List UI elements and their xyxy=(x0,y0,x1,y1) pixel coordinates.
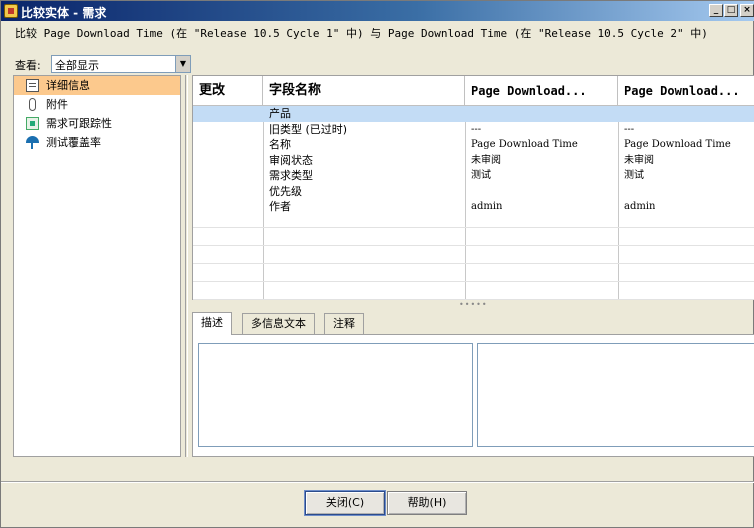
sidebar-item-label: 详细信息 xyxy=(46,79,90,92)
help-button[interactable]: 帮助(H) xyxy=(387,491,467,515)
table-row[interactable]: 名称 Page Download Time Page Download Time xyxy=(193,137,754,153)
attachment-icon xyxy=(29,98,36,111)
right-description-field[interactable] xyxy=(477,343,754,447)
view-dropdown[interactable]: 全部显示 ▼ xyxy=(51,55,191,73)
sidebar-item-label: 附件 xyxy=(46,98,68,111)
field-name-cell: 旧类型 (已过时) xyxy=(269,122,348,136)
table-row[interactable]: 产品 xyxy=(193,106,754,122)
row-divider xyxy=(193,281,754,282)
left-value-cell: admin xyxy=(471,201,503,212)
app-icon xyxy=(4,4,18,18)
sidebar-item-attachments[interactable]: 附件 xyxy=(14,95,180,114)
field-name-cell: 审阅状态 xyxy=(269,153,313,167)
field-name-cell: 作者 xyxy=(269,200,291,213)
sidebar-item-traceability[interactable]: 需求可跟踪性 xyxy=(14,114,180,133)
table-row[interactable]: 需求类型 测试 测试 xyxy=(193,168,754,184)
grid-rows: 产品 旧类型 (已过时) --- --- 名称 Page Download Ti… xyxy=(193,106,754,215)
sidebar-item-test-coverage[interactable]: 测试覆盖率 xyxy=(14,133,180,152)
maximize-button[interactable]: □ xyxy=(724,4,738,17)
tab-panel-description xyxy=(192,334,754,457)
sidebar-item-details[interactable]: 详细信息 xyxy=(14,76,180,95)
column-header-left-entity[interactable]: Page Download... xyxy=(465,76,618,106)
tab-comments[interactable]: 注释 xyxy=(324,313,364,335)
sidebar-nav: 详细信息 附件 需求可跟踪性 测试覆盖率 xyxy=(13,75,181,457)
column-header-right-entity[interactable]: Page Download... xyxy=(618,76,754,106)
chevron-down-icon[interactable]: ▼ xyxy=(175,56,190,72)
compare-description: 比较 Page Download Time (在 "Release 10.5 C… xyxy=(15,27,708,40)
right-value-cell: 未审阅 xyxy=(624,154,654,166)
details-icon xyxy=(26,79,39,92)
coverage-icon xyxy=(26,136,39,149)
vertical-splitter[interactable] xyxy=(185,75,188,457)
left-value-cell: 测试 xyxy=(471,170,491,181)
right-value-cell: --- xyxy=(624,123,635,135)
compare-entities-window: 比较实体 - 需求 _ □ × 比较 Page Download Time (在… xyxy=(0,0,754,528)
traceability-icon xyxy=(26,117,39,130)
horizontal-splitter-grip[interactable]: ••••• xyxy=(459,301,491,309)
field-name-cell: 需求类型 xyxy=(269,169,313,182)
comparison-grid: 更改 字段名称 Page Download... Page Download..… xyxy=(192,75,754,300)
sidebar-item-label: 需求可跟踪性 xyxy=(46,117,112,130)
footer-divider xyxy=(1,481,754,483)
left-description-field[interactable] xyxy=(198,343,473,447)
row-divider xyxy=(193,245,754,246)
column-header-change[interactable]: 更改 xyxy=(193,76,263,106)
left-value-cell: --- xyxy=(471,123,482,135)
window-title: 比较实体 - 需求 xyxy=(21,6,107,20)
row-divider xyxy=(193,263,754,264)
field-name-cell: 名称 xyxy=(269,138,291,151)
right-value-cell: 测试 xyxy=(624,170,644,181)
table-row[interactable]: 优先级 xyxy=(193,184,754,200)
title-bar[interactable]: 比较实体 - 需求 _ □ × xyxy=(1,1,754,21)
field-name-cell: 产品 xyxy=(269,107,291,120)
view-selected-value: 全部显示 xyxy=(55,59,99,72)
column-header-field-name[interactable]: 字段名称 xyxy=(263,76,465,106)
close-window-button[interactable]: × xyxy=(740,4,754,17)
field-name-cell: 优先级 xyxy=(269,184,302,198)
right-value-cell: Page Download Time xyxy=(624,139,731,150)
left-value-cell: Page Download Time xyxy=(471,139,578,150)
tab-description[interactable]: 描述 xyxy=(192,312,232,335)
table-row[interactable]: 审阅状态 未审阅 未审阅 xyxy=(193,153,754,169)
row-divider xyxy=(193,227,754,228)
right-value-cell: admin xyxy=(624,201,656,212)
sidebar-item-label: 测试覆盖率 xyxy=(46,136,101,149)
table-row[interactable]: 作者 admin admin xyxy=(193,199,754,215)
minimize-button[interactable]: _ xyxy=(709,4,723,17)
left-value-cell: 未审阅 xyxy=(471,154,501,166)
table-row[interactable]: 旧类型 (已过时) --- --- xyxy=(193,122,754,138)
view-label: 查看: xyxy=(15,59,41,72)
close-button[interactable]: 关闭(C) xyxy=(305,491,385,515)
tab-rich-text[interactable]: 多信息文本 xyxy=(242,313,315,335)
